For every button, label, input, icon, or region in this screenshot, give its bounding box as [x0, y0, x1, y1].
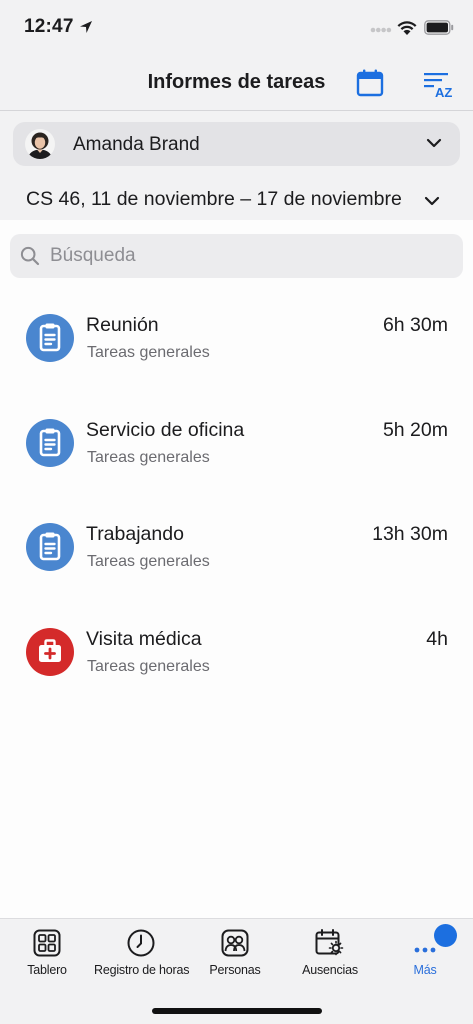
calendar-icon[interactable] — [355, 68, 385, 98]
tab-registro-de-horas[interactable]: Registro de horas — [94, 929, 190, 989]
task-row[interactable]: Servicio de oficina Tareas generales 5h 20… — [0, 405, 473, 505]
sort-az-icon[interactable]: AZ — [422, 70, 454, 98]
screen: 12:47 Informes de tareas AZ Amanda Brand… — [0, 0, 473, 1024]
wifi-icon — [397, 21, 417, 35]
task-category: Tareas generales — [87, 449, 210, 466]
chevron-down-icon — [426, 138, 442, 148]
grid-icon — [33, 929, 61, 957]
avatar — [25, 129, 55, 159]
task-category: Tareas generales — [87, 344, 210, 361]
task-name: Trabajando — [86, 523, 184, 545]
header-divider — [0, 110, 473, 111]
clipboard-icon — [26, 419, 74, 467]
task-duration: 4h — [426, 628, 448, 650]
user-selector[interactable]: Amanda Brand — [13, 122, 460, 166]
search-icon — [20, 246, 40, 266]
week-selector[interactable]: CS 46, 11 de noviembre – 17 de noviembre — [26, 188, 446, 211]
user-name: Amanda Brand — [73, 134, 200, 155]
clock-icon — [127, 929, 155, 957]
tab-label: Tablero — [27, 963, 67, 977]
task-row[interactable]: Visita médica Tareas generales 4h — [0, 614, 473, 714]
status-time: 12:47 — [24, 16, 74, 37]
tab-mas[interactable]: Más — [378, 929, 472, 989]
battery-icon — [424, 20, 454, 35]
task-name: Servicio de oficina — [86, 419, 245, 441]
task-duration: 6h 30m — [382, 314, 448, 336]
tab-label: Personas — [209, 963, 261, 977]
svg-text:AZ: AZ — [435, 85, 452, 98]
task-name: Visita médica — [86, 628, 202, 650]
page-title: Informes de tareas — [0, 71, 473, 94]
tab-tablero[interactable]: Tablero — [0, 929, 94, 989]
calendar-sun-icon — [315, 929, 344, 956]
notification-badge — [434, 924, 457, 947]
tab-label: Ausencias — [302, 963, 358, 977]
task-duration: 13h 30m — [372, 523, 448, 545]
clipboard-icon — [26, 314, 74, 362]
task-category: Tareas generales — [87, 553, 210, 570]
medical-kit-icon — [26, 628, 74, 676]
search-bar[interactable] — [10, 234, 463, 278]
tab-ausencias[interactable]: Ausencias — [283, 929, 377, 989]
search-input[interactable] — [50, 234, 450, 278]
status-bar: 12:47 — [0, 0, 473, 56]
week-label: CS 46, 11 de noviembre – 17 de noviembre — [26, 188, 402, 210]
task-list-area: Reunión Tareas generales 6h 30m Servicio de… — [0, 220, 473, 918]
task-duration: 5h 20m — [382, 419, 448, 441]
task-category: Tareas generales — [87, 658, 210, 675]
chevron-down-icon[interactable] — [424, 195, 440, 207]
task-row[interactable]: Trabajando Tareas generales 13h 30m — [0, 509, 473, 609]
people-icon — [221, 929, 249, 957]
home-indicator — [152, 1008, 322, 1014]
location-arrow-icon — [80, 21, 92, 33]
signal-icon — [370, 27, 392, 33]
task-name: Reunión — [86, 314, 159, 336]
page-title-text: Informes de tareas — [147, 71, 326, 93]
tab-personas[interactable]: Personas — [188, 929, 282, 989]
tab-label: Más — [413, 963, 437, 977]
clipboard-icon — [26, 523, 74, 571]
task-row[interactable]: Reunión Tareas generales 6h 30m — [0, 300, 473, 400]
tab-label: Registro de horas — [94, 963, 190, 977]
